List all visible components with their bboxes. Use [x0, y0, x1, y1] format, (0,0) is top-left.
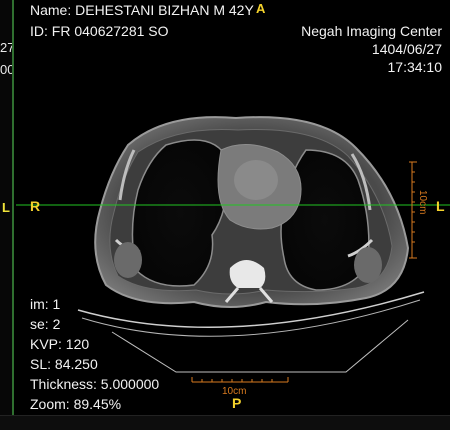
- image-number: im: 1: [30, 296, 61, 312]
- series-number: se: 2: [30, 316, 61, 332]
- adjacent-date-fragment: 27: [0, 40, 12, 55]
- aorta: [234, 160, 278, 200]
- horizontal-scale-bar: [191, 377, 289, 383]
- slice-location: SL: 84.250: [30, 356, 98, 372]
- kvp-value: KVP: 120: [30, 336, 90, 352]
- vertical-scale-label: 10cm: [417, 190, 428, 214]
- study-time: 17:34:10: [387, 59, 443, 75]
- zoom-level: Zoom: 89.45%: [30, 396, 122, 412]
- ct-viewport[interactable]: 10cm 10cm Name: DEHESTANI BIZHAN M 42Y I…: [16, 0, 450, 415]
- orientation-bottom-marker: P: [232, 395, 242, 411]
- study-date: 1404/06/27: [371, 41, 442, 57]
- adjacent-viewport-strip[interactable]: 27 00 L: [0, 0, 14, 415]
- bottom-status-strip: [0, 415, 450, 430]
- patient-id: ID: FR 040627281 SO: [30, 23, 169, 39]
- adjacent-time-fragment: 00: [0, 62, 12, 77]
- slice-thickness: Thickness: 5.000000: [30, 376, 160, 392]
- ct-axial-image[interactable]: 10cm 10cm: [16, 0, 450, 415]
- orientation-top-marker: A: [256, 1, 266, 16]
- vertical-scale-bar: [409, 161, 417, 259]
- facility-name: Negah Imaging Center: [301, 23, 442, 39]
- orientation-left-marker: R: [30, 198, 41, 214]
- adjacent-orientation-left: L: [2, 200, 10, 215]
- orientation-right-marker: L: [436, 198, 445, 214]
- patient-name: Name: DEHESTANI BIZHAN M 42Y: [30, 2, 254, 18]
